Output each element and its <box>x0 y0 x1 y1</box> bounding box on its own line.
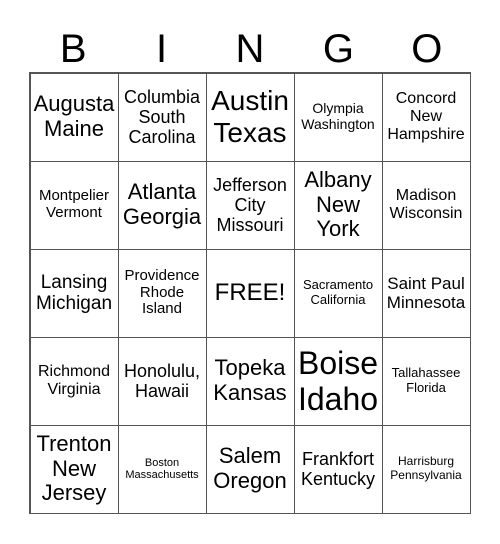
cell-label: Albany New York <box>304 166 372 242</box>
bingo-cell[interactable]: Trenton New Jersey <box>29 424 119 514</box>
cell-label: Honolulu, Hawaii <box>123 360 201 401</box>
bingo-cell[interactable]: Frankfort Kentucky <box>293 424 383 514</box>
bingo-cell[interactable]: Saint Paul Minnesota <box>381 248 471 338</box>
cell-label: Frankfort Kentucky <box>300 448 376 489</box>
cell-label: Concord New Hampshire <box>387 89 465 144</box>
cell-label: Lansing Michigan <box>35 271 113 314</box>
bingo-cell[interactable]: Madison Wisconsin <box>381 160 471 250</box>
cell-label: Boise Idaho <box>297 344 379 417</box>
cell-label: Saint Paul Minnesota <box>386 273 466 312</box>
cell-label: Madison Wisconsin <box>389 186 463 222</box>
cell-label: Olympia Washington <box>301 100 375 132</box>
bingo-cell[interactable]: Columbia South Carolina <box>117 72 207 162</box>
cell-label: Columbia South Carolina <box>123 86 201 148</box>
header-letter-g: G <box>322 27 354 71</box>
cell-label: Tallahassee Florida <box>391 365 461 395</box>
cell-label: Harrisburg Pennsylvania <box>390 454 462 482</box>
bingo-cell[interactable]: Honolulu, Hawaii <box>117 336 207 426</box>
bingo-cell[interactable]: Harrisburg Pennsylvania <box>381 424 471 514</box>
cell-label: Providence Rhode Island <box>124 266 200 318</box>
cell-label: Augusta Maine <box>33 91 115 141</box>
bingo-cell[interactable]: Tallahassee Florida <box>381 336 471 426</box>
header-letter-o: O <box>411 27 443 71</box>
bingo-grid: Augusta Maine Columbia South Carolina Aust… <box>29 72 471 514</box>
cell-label: Boston Massachusetts <box>125 456 199 481</box>
cell-label: Austin Texas <box>211 85 289 148</box>
bingo-cell[interactable]: Topeka Kansas <box>205 336 295 426</box>
bingo-cell[interactable]: Jefferson City Missouri <box>205 160 295 250</box>
bingo-cell[interactable]: Augusta Maine <box>29 72 119 162</box>
header-letter-i: I <box>156 27 168 71</box>
bingo-cell[interactable]: Austin Texas <box>205 72 295 162</box>
bingo-cell[interactable]: Salem Oregon <box>205 424 295 514</box>
header-letter-b: B <box>59 27 87 71</box>
bingo-cell[interactable]: Olympia Washington <box>293 72 383 162</box>
header-letter-n: N <box>235 27 265 71</box>
cell-label: Topeka Kansas <box>213 355 287 405</box>
bingo-cell[interactable]: Concord New Hampshire <box>381 72 471 162</box>
cell-label: FREE! <box>214 279 286 307</box>
bingo-cell[interactable]: Richmond Virginia <box>29 336 119 426</box>
bingo-cell[interactable]: Atlanta Georgia <box>117 160 207 250</box>
bingo-cell[interactable]: Boise Idaho <box>293 336 383 426</box>
bingo-cell[interactable]: Providence Rhode Island <box>117 248 207 338</box>
free-space-cell[interactable]: FREE! <box>205 248 295 338</box>
bingo-cell[interactable]: Sacramento California <box>293 248 383 338</box>
cell-label: Atlanta Georgia <box>122 179 202 229</box>
cell-label: Sacramento California <box>302 277 374 307</box>
bingo-cell[interactable]: Albany New York <box>293 160 383 250</box>
cell-label: Trenton New Jersey <box>36 430 112 506</box>
cell-label: Richmond Virginia <box>37 362 111 398</box>
bingo-cell[interactable]: Lansing Michigan <box>29 248 119 338</box>
cell-label: Montpelier Vermont <box>38 187 110 221</box>
bingo-cell[interactable]: Montpelier Vermont <box>29 160 119 250</box>
bingo-cell[interactable]: Boston Massachusetts <box>117 424 207 514</box>
cell-label: Jefferson City Missouri <box>213 174 287 236</box>
bingo-header: B I N G O <box>29 26 471 72</box>
cell-label: Salem Oregon <box>213 443 287 493</box>
